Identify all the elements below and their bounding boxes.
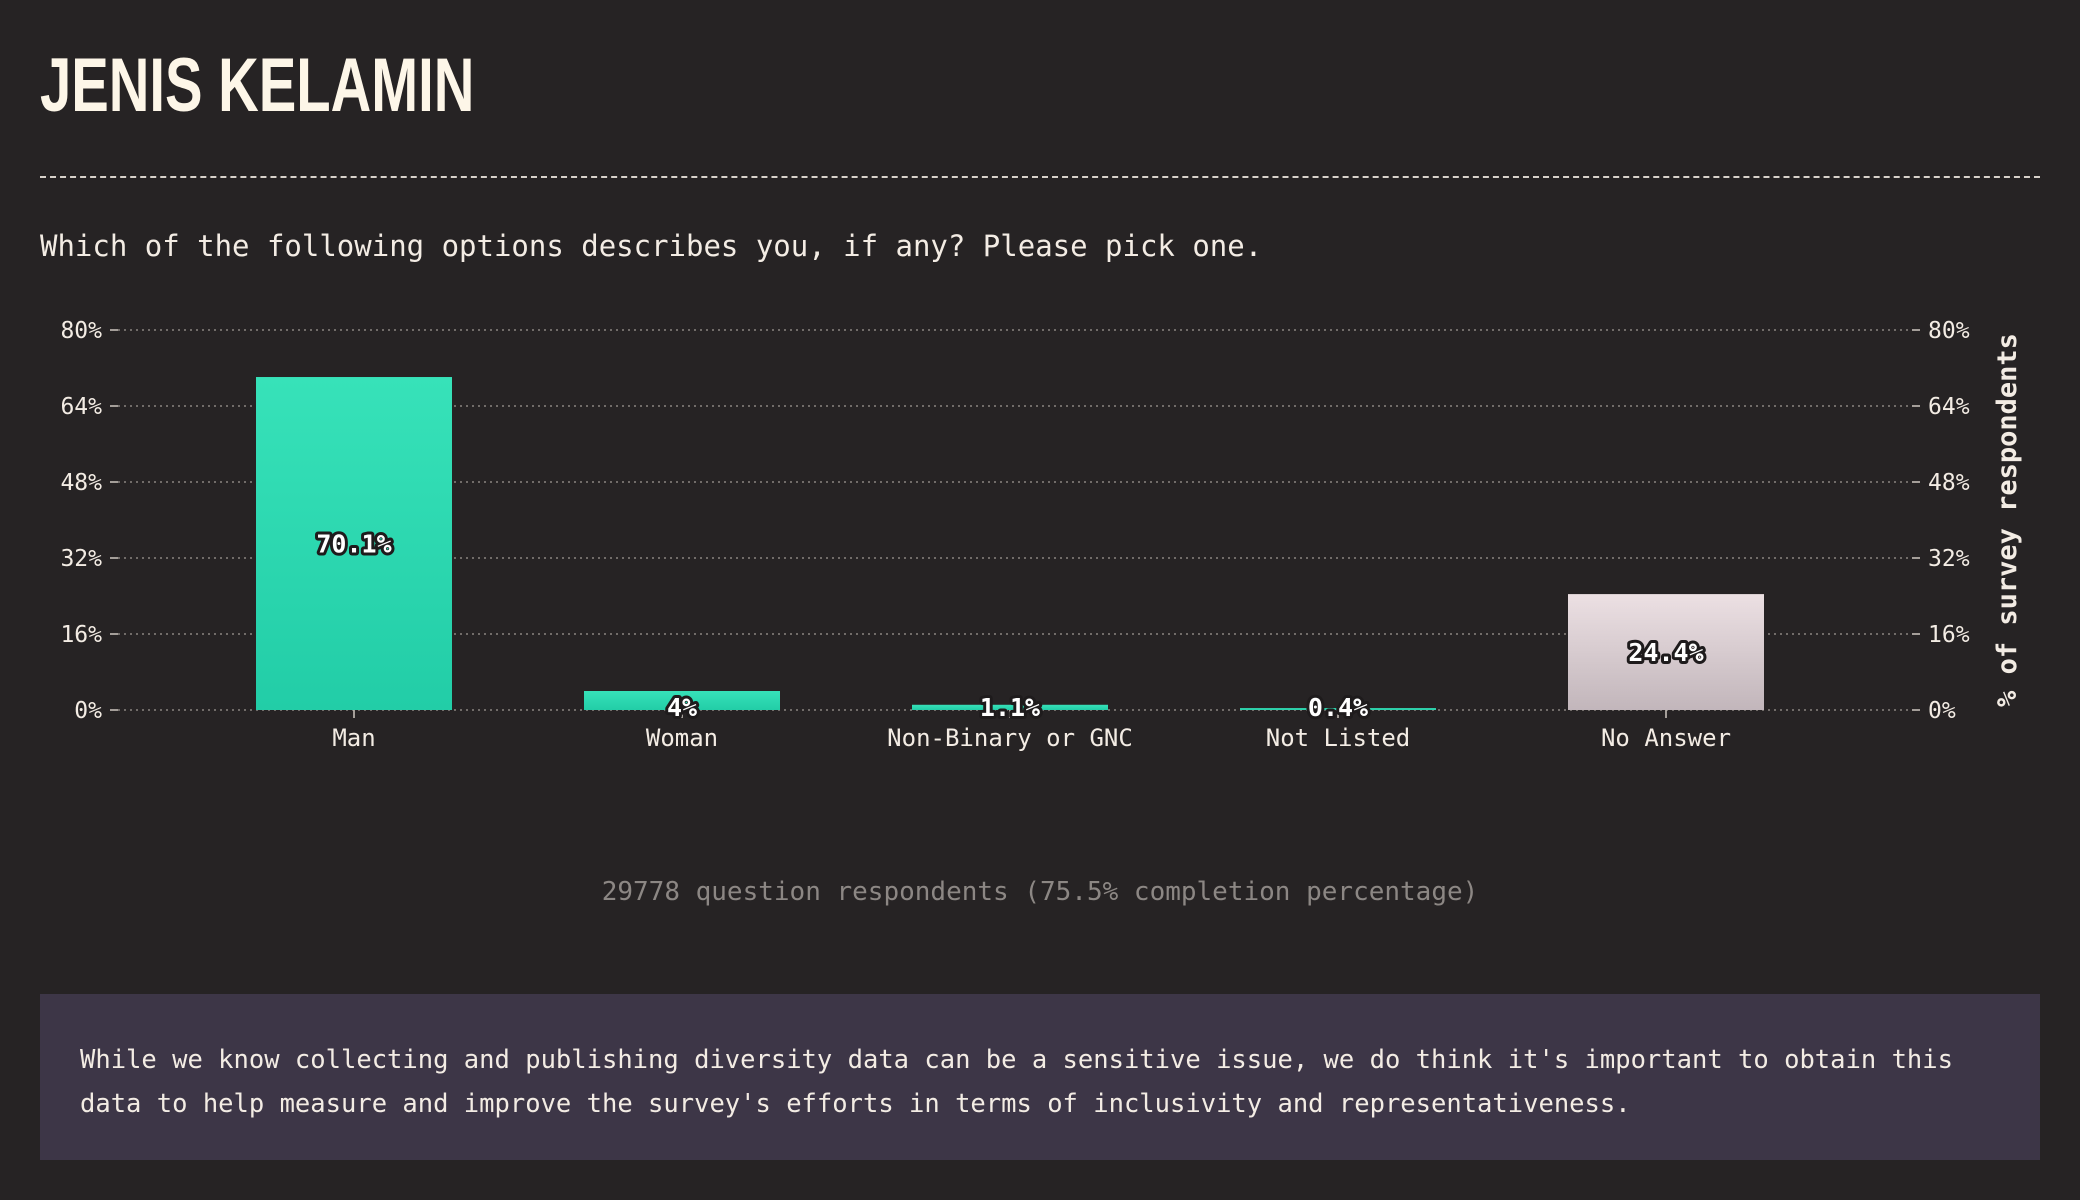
page-title: JENIS KELAMIN: [40, 43, 475, 128]
data-label: 70.1%: [316, 530, 391, 559]
x-tick-label: Not Listed: [1266, 724, 1411, 752]
x-tick-label: No Answer: [1601, 724, 1731, 752]
info-note-text: While we know collecting and publishing …: [80, 1045, 1953, 1119]
question-text: Which of the following options describes…: [40, 229, 1263, 263]
y-tick-label-right: 32%: [1928, 546, 1970, 572]
y-tick-label-left: 48%: [60, 470, 102, 496]
data-label: 4%: [667, 693, 697, 722]
y-tick-label-right: 80%: [1928, 318, 1970, 344]
x-tick-label: Man: [332, 724, 375, 752]
title-divider: [40, 176, 2040, 178]
y-tick-label-left: 32%: [60, 546, 102, 572]
respondents-summary: 29778 question respondents (75.5% comple…: [601, 877, 1479, 907]
y-tick-label-right: 48%: [1928, 470, 1970, 496]
data-label: 1.1%: [980, 693, 1040, 722]
chart-svg: 0% 0% 16% 16% 32% 32% 48% 48% 64% 64% 80% 80% Man 70…: [60, 318, 2023, 752]
bar-chart: 0% 0% 16% 16% 32% 32% 48% 48% 64% 64% 80% 80% Man 70…: [0, 300, 2080, 784]
info-note: While we know collecting and publishing …: [40, 994, 2040, 1160]
y-tick-label-left: 0%: [74, 698, 102, 724]
data-label: 24.4%: [1628, 638, 1703, 667]
y-tick-label-right: 64%: [1928, 394, 1970, 420]
bars-layer: [256, 377, 1764, 710]
labels-layer: Man 70.1% Woman4% Non-Binary or GNC1.1% Not …: [313, 527, 1731, 752]
y-axis-title: % of survey respondents: [1992, 333, 2023, 707]
x-tick-label: Non-Binary or GNC: [887, 724, 1133, 752]
y-tick-label-right: 16%: [1928, 622, 1970, 648]
y-tick-label-left: 64%: [60, 394, 102, 420]
x-tick-label: Woman: [646, 724, 718, 752]
y-tick-label-left: 80%: [60, 318, 102, 344]
data-label: 0.4%: [1308, 693, 1368, 722]
y-tick-label-left: 16%: [60, 622, 102, 648]
y-tick-label-right: 0%: [1928, 698, 1956, 724]
